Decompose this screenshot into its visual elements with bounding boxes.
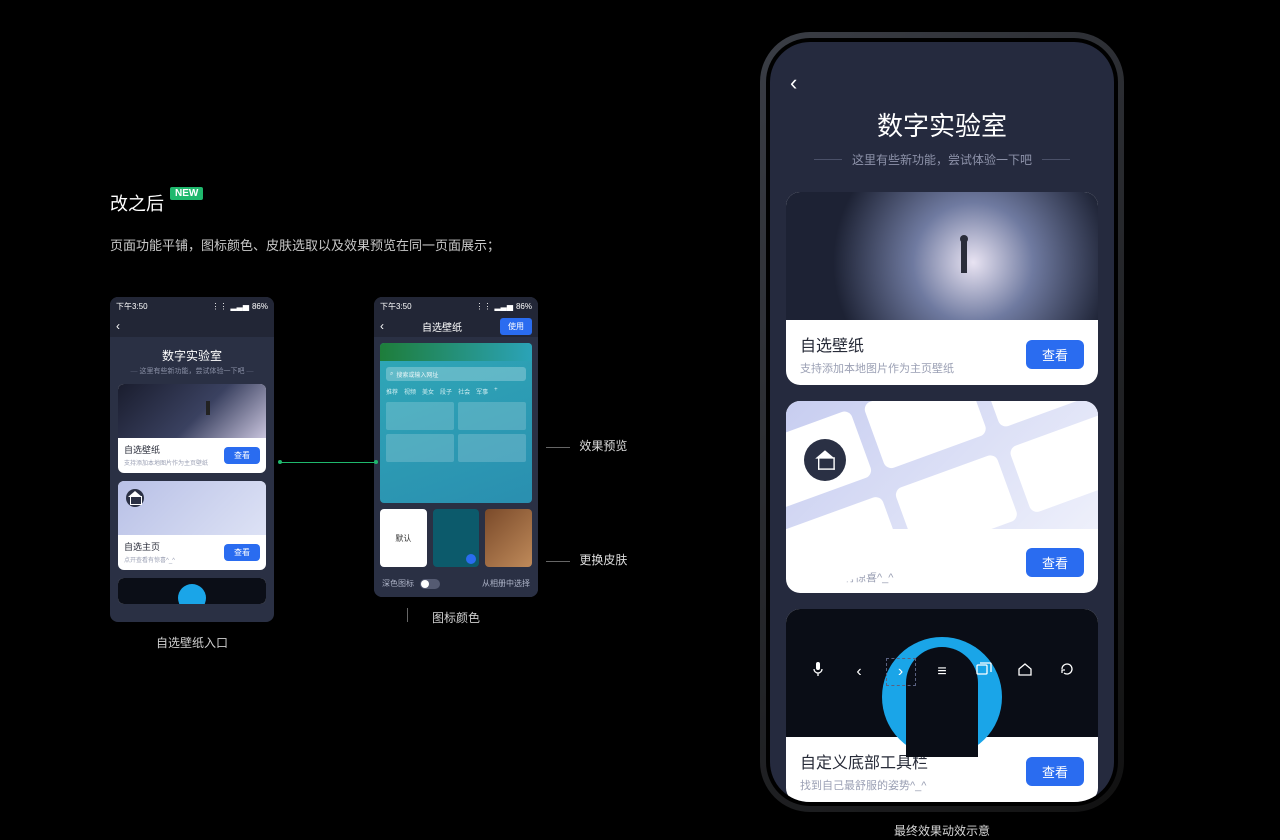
- card-wallpaper[interactable]: 自选壁纸 支持添加本地图片作为主页壁纸 查看: [786, 192, 1098, 385]
- skin-option[interactable]: [433, 509, 480, 567]
- view-button[interactable]: 查看: [224, 544, 260, 561]
- apply-button[interactable]: 使用: [500, 318, 532, 335]
- view-button[interactable]: 查看: [1026, 757, 1084, 786]
- wifi-icon: ⋮⋮: [212, 302, 228, 311]
- menu-icon: ≡: [932, 663, 952, 681]
- back-icon[interactable]: ‹: [790, 70, 1094, 96]
- new-badge: NEW: [170, 187, 203, 200]
- phone-mock: ‹ 数字实验室 这里有些新功能，尝试体验一下吧 自选壁纸 支持添加本地图片作为主…: [760, 32, 1124, 812]
- card-sub: 支持添加本地图片作为主页壁纸: [800, 360, 1016, 376]
- mini-card-theme[interactable]: 自选主页 点开查看有惊喜^_^ 查看: [118, 481, 266, 570]
- page-title: 数字实验室: [790, 106, 1094, 143]
- person-silhouette: [961, 241, 967, 273]
- feed-cell[interactable]: [386, 402, 454, 430]
- download-icon: [466, 554, 476, 564]
- mini-screen-wallpaper: 下午3:50 ⋮⋮ ▂▃▅ 86% ‹ 自选壁纸 使用: [374, 297, 538, 651]
- card-title: 自选主页: [124, 540, 224, 553]
- annotation-toggle-tick: [407, 607, 408, 622]
- page-subtitle: 这里有些新功能，尝试体验一下吧: [790, 151, 1094, 168]
- home-icon: [1015, 662, 1035, 681]
- refresh-icon: [1057, 661, 1077, 682]
- annotation-preview: 效果预览: [546, 437, 627, 454]
- mini1-caption: 自选壁纸入口: [110, 634, 274, 651]
- home-icon: [126, 489, 144, 507]
- annotation-skin: 更换皮肤: [546, 551, 627, 568]
- section-heading: 改之后: [110, 190, 164, 216]
- category-tabs[interactable]: 推荐 视频 美女 段子 社会 军事 +: [380, 387, 532, 396]
- left-panel: 改之后 NEW 页面功能平铺，图标颜色、皮肤选取以及效果预览在同一页面展示； 下…: [110, 190, 630, 651]
- back-icon[interactable]: ‹: [116, 319, 120, 333]
- card-hero: [786, 401, 1098, 529]
- profile-silhouette: [882, 637, 1002, 757]
- search-icon: ⌕: [390, 371, 393, 378]
- dark-icon-toggle[interactable]: [420, 579, 440, 589]
- search-input[interactable]: ⌕ 搜索或输入网址: [386, 367, 526, 381]
- card-hero: [786, 192, 1098, 320]
- pick-from-album[interactable]: 从相册中选择: [482, 578, 530, 589]
- tabs-icon: [974, 662, 994, 681]
- card-toolbar[interactable]: ‹ › ≡: [786, 609, 1098, 802]
- card-theme[interactable]: 自选主页 点开查看有惊喜^_^ 查看: [786, 401, 1098, 594]
- skin-selector: 默认: [374, 509, 538, 573]
- connector-line: [280, 462, 376, 463]
- status-bar: 下午3:50 ⋮⋮ ▂▃▅ 86%: [374, 297, 538, 315]
- skin-option[interactable]: [485, 509, 532, 567]
- card-title: 自选壁纸: [800, 332, 1016, 356]
- chevron-left-icon: ‹: [849, 663, 869, 681]
- skin-default[interactable]: 默认: [380, 509, 427, 567]
- mini-card-wallpaper[interactable]: 自选壁纸 支持添加本地图片作为主页壁纸 查看: [118, 384, 266, 473]
- wifi-icon: ⋮⋮: [476, 302, 492, 311]
- mini2-caption: 图标颜色: [374, 609, 538, 626]
- mini-screen-lab: 下午3:50 ⋮⋮ ▂▃▅ 86% ‹ 数字实验室 这里有些新功能，尝试体验一下…: [110, 297, 274, 651]
- status-time: 下午3:50: [116, 301, 148, 312]
- section-subheading: 页面功能平铺，图标颜色、皮肤选取以及效果预览在同一页面展示；: [110, 234, 630, 257]
- feed-cell[interactable]: [386, 434, 454, 462]
- card-sub: 点开查看有惊喜^_^: [124, 555, 224, 564]
- status-bar: 下午3:50 ⋮⋮ ▂▃▅ 86%: [110, 297, 274, 315]
- view-button[interactable]: 查看: [1026, 548, 1084, 577]
- battery-text: 86%: [252, 302, 268, 311]
- mini-title: 数字实验室: [118, 347, 266, 364]
- view-button[interactable]: 查看: [1026, 340, 1084, 369]
- search-placeholder: 搜索或输入网址: [396, 370, 438, 379]
- card-title: 自选壁纸: [124, 443, 224, 456]
- card-sub: 找到自己最舒服的姿势^_^: [800, 777, 1016, 793]
- battery-text: 86%: [516, 302, 532, 311]
- card-sub: 支持添加本地图片作为主页壁纸: [124, 458, 224, 467]
- dark-icon-toggle-label: 深色图标: [382, 578, 440, 589]
- signal-icon: ▂▃▅: [231, 302, 249, 311]
- chevron-right-icon: ›: [891, 663, 911, 681]
- status-time: 下午3:50: [380, 301, 412, 312]
- signal-icon: ▂▃▅: [495, 302, 513, 311]
- home-icon: [804, 439, 846, 481]
- mini-subtitle: 这里有些新功能，尝试体验一下吧: [118, 366, 266, 376]
- phone-screen: ‹ 数字实验室 这里有些新功能，尝试体验一下吧 自选壁纸 支持添加本地图片作为主…: [770, 42, 1114, 802]
- feed-cell[interactable]: [458, 402, 526, 430]
- mic-icon: [808, 661, 828, 682]
- view-button[interactable]: 查看: [224, 447, 260, 464]
- phone-caption: 最终效果动效示意: [760, 822, 1124, 839]
- nav-title: 自选壁纸: [384, 319, 500, 334]
- mini-card-toolbar[interactable]: [118, 578, 266, 604]
- card-hero: ‹ › ≡: [786, 609, 1098, 737]
- feed-cell[interactable]: [458, 434, 526, 462]
- wallpaper-preview: ⌕ 搜索或输入网址 推荐 视频 美女 段子 社会 军事 +: [380, 343, 532, 503]
- mini-screens-row: 下午3:50 ⋮⋮ ▂▃▅ 86% ‹ 数字实验室 这里有些新功能，尝试体验一下…: [110, 297, 630, 651]
